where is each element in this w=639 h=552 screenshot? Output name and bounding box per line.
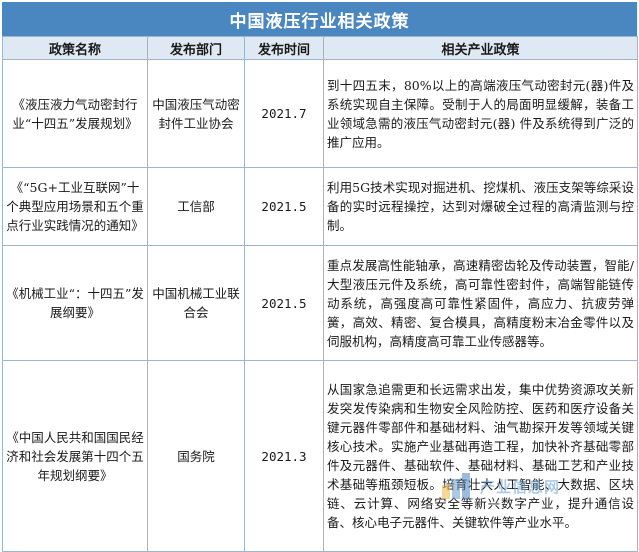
table-row: 《机械工业“：十四五”发展纲要》 中国机械工业联合会 2021.5 重点发展高性… xyxy=(2,245,638,361)
cell-policy-name: 《中国人民共和国国民经济和社会发展第十四个五年规划纲要》 xyxy=(2,360,148,552)
cell-date: 2021.5 xyxy=(244,245,324,361)
table-row: 《中国人民共和国国民经济和社会发展第十四个五年规划纲要》 国务院 2021.3 … xyxy=(2,360,638,552)
cell-date: 2021.3 xyxy=(244,360,324,552)
cell-policy-name: 《“5G+工业互联网”十个典型应用场景和五个重点行业实践情况的通知》 xyxy=(2,167,148,246)
header-date: 发布时间 xyxy=(244,36,324,60)
policy-table: 政策名称 发布部门 发布时间 相关产业政策 《液压液力气动密封行业“十四五”发展… xyxy=(2,36,638,552)
cell-department: 中国液压气动密封件工业协会 xyxy=(147,59,245,168)
table-row: 《液压液力气动密封行业“十四五”发展规划》 中国液压气动密封件工业协会 2021… xyxy=(2,59,638,168)
header-department: 发布部门 xyxy=(147,36,245,60)
cell-department: 国务院 xyxy=(147,360,245,552)
cell-department: 工信部 xyxy=(147,167,245,246)
header-related-policy: 相关产业政策 xyxy=(323,36,638,60)
cell-related-policy: 到十四五末，80%以上的高端液压气动密封元(器)件及系统实现自主保障。受制于人的… xyxy=(323,59,638,168)
cell-related-policy: 利用5G技术实现对掘进机、挖煤机、液压支架等综采设备的实时远程操控，达到对爆破全… xyxy=(323,167,638,246)
cell-date: 2021.5 xyxy=(244,167,324,246)
policy-table-figure: 中国液压行业相关政策 政策名称 发布部门 发布时间 相关产业政策 《液压液力气动… xyxy=(0,0,639,552)
header-policy-name: 政策名称 xyxy=(2,36,148,60)
cell-policy-name: 《液压液力气动密封行业“十四五”发展规划》 xyxy=(2,59,148,168)
table-title: 中国液压行业相关政策 xyxy=(2,2,637,36)
cell-related-policy: 从国家急追需更和长远需求出发，集中优势资源攻关新发突发传染病和生物安全风险防控、… xyxy=(323,360,638,552)
header-row: 政策名称 发布部门 发布时间 相关产业政策 xyxy=(2,36,638,60)
cell-related-policy: 重点发展高性能轴承，高速精密齿轮及传动装置，智能/大型液压元件及系统，高可靠性密… xyxy=(323,245,638,361)
cell-policy-name: 《机械工业“：十四五”发展纲要》 xyxy=(2,245,148,361)
table-row: 《“5G+工业互联网”十个典型应用场景和五个重点行业实践情况的通知》 工信部 2… xyxy=(2,167,638,246)
cell-department: 中国机械工业联合会 xyxy=(147,245,245,361)
cell-date: 2021.7 xyxy=(244,59,324,168)
